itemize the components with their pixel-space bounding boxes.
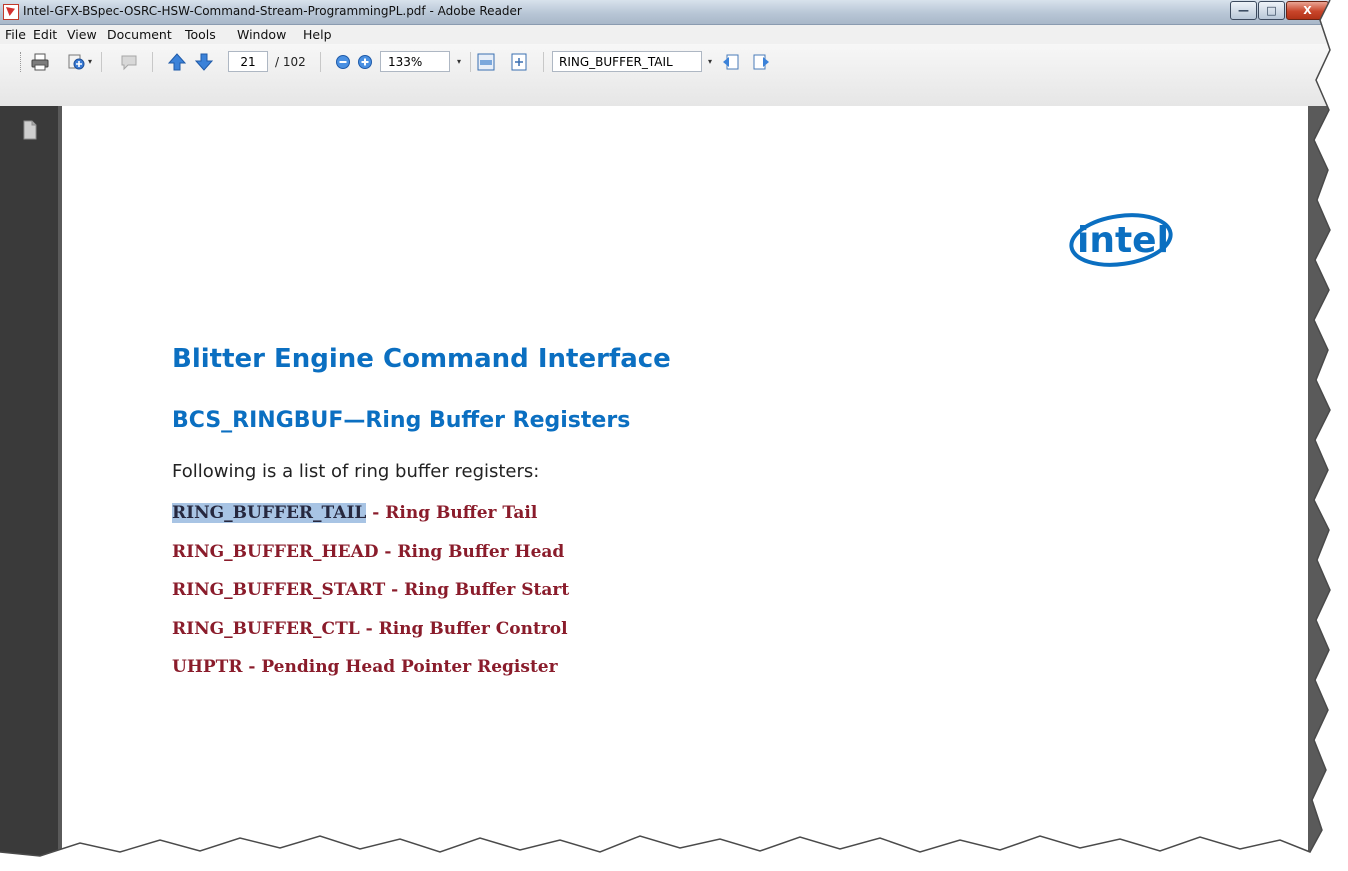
toolbar-grip[interactable]	[20, 52, 24, 72]
register-description: - Ring Buffer Tail	[366, 503, 538, 523]
register-description: - Ring Buffer Control	[359, 619, 568, 639]
register-link-ring-buffer-ctl[interactable]: RING_BUFFER_CTL - Ring Buffer Control	[172, 619, 568, 639]
search-dropdown-icon[interactable]: ▾	[708, 57, 712, 66]
maximize-button[interactable]: □	[1258, 1, 1285, 20]
share-icon[interactable]	[66, 52, 86, 72]
menu-tools[interactable]: Tools	[185, 27, 216, 42]
menu-edit[interactable]: Edit	[33, 27, 57, 42]
close-button[interactable]: X	[1286, 1, 1329, 20]
page-total: / 102	[275, 55, 306, 69]
find-previous-icon[interactable]	[721, 52, 741, 72]
title-bar[interactable]: Intel-GFX-BSpec-OSRC-HSW-Command-Stream-…	[0, 0, 1330, 25]
zoom-in-icon[interactable]	[355, 52, 375, 72]
previous-page-icon[interactable]	[167, 52, 187, 72]
intel-logo: intel	[1069, 213, 1173, 267]
next-page-icon[interactable]	[194, 52, 214, 72]
register-link-uhptr[interactable]: UHPTR - Pending Head Pointer Register	[172, 657, 558, 677]
menu-document[interactable]: Document	[107, 27, 172, 42]
register-link-ring-buffer-start[interactable]: RING_BUFFER_START - Ring Buffer Start	[172, 580, 569, 600]
register-description: - Ring Buffer Start	[385, 580, 570, 600]
section-subheading: BCS_RINGBUF—Ring Buffer Registers	[172, 408, 631, 433]
register-name: RING_BUFFER_START	[172, 580, 386, 600]
search-highlight: RING_BUFFER_TAIL	[172, 503, 367, 523]
window-title: Intel-GFX-BSpec-OSRC-HSW-Command-Stream-…	[23, 4, 522, 18]
register-name: UHPTR	[172, 657, 243, 677]
share-dropdown-icon[interactable]: ▾	[88, 57, 92, 66]
search-input[interactable]	[552, 51, 702, 72]
register-description: - Pending Head Pointer Register	[242, 657, 558, 677]
zoom-out-icon[interactable]	[333, 52, 353, 72]
section-heading: Blitter Engine Command Interface	[172, 344, 671, 374]
register-name: RING_BUFFER_CTL	[172, 619, 360, 639]
menu-help[interactable]: Help	[303, 27, 332, 42]
menu-view[interactable]: View	[67, 27, 97, 42]
intro-text: Following is a list of ring buffer regis…	[172, 461, 540, 482]
comment-icon[interactable]	[119, 52, 139, 72]
navigation-panel	[0, 106, 58, 871]
pages-panel-icon[interactable]	[22, 120, 38, 140]
pdf-app-icon	[3, 4, 19, 20]
toolbar-separator	[152, 52, 153, 72]
register-name: RING_BUFFER_HEAD	[172, 542, 379, 562]
minimize-button[interactable]: —	[1230, 1, 1257, 20]
menu-bar: File Edit View Document Tools Window Hel…	[0, 25, 1330, 44]
svg-text:intel: intel	[1077, 220, 1169, 261]
toolbar-separator	[320, 52, 321, 72]
toolbar-separator	[470, 52, 471, 72]
fit-width-icon[interactable]	[476, 52, 496, 72]
page-number-input[interactable]	[228, 51, 268, 72]
zoom-dropdown-icon[interactable]: ▾	[457, 57, 461, 66]
register-description: - Ring Buffer Head	[378, 542, 565, 562]
zoom-input[interactable]	[380, 51, 450, 72]
menu-file[interactable]: File	[5, 27, 26, 42]
fit-page-icon[interactable]	[509, 52, 529, 72]
toolbar: ▾ / 102 ▾	[0, 44, 1330, 107]
register-link-ring-buffer-head[interactable]: RING_BUFFER_HEAD - Ring Buffer Head	[172, 542, 564, 562]
toolbar-separator	[543, 52, 544, 72]
toolbar-separator	[101, 52, 102, 72]
adobe-reader-window: Intel-GFX-BSpec-OSRC-HSW-Command-Stream-…	[0, 0, 1330, 871]
find-next-icon[interactable]	[751, 52, 771, 72]
menu-window[interactable]: Window	[237, 27, 286, 42]
register-link-ring-buffer-tail[interactable]: RING_BUFFER_TAIL - Ring Buffer Tail	[172, 503, 537, 523]
print-icon[interactable]	[30, 52, 50, 72]
